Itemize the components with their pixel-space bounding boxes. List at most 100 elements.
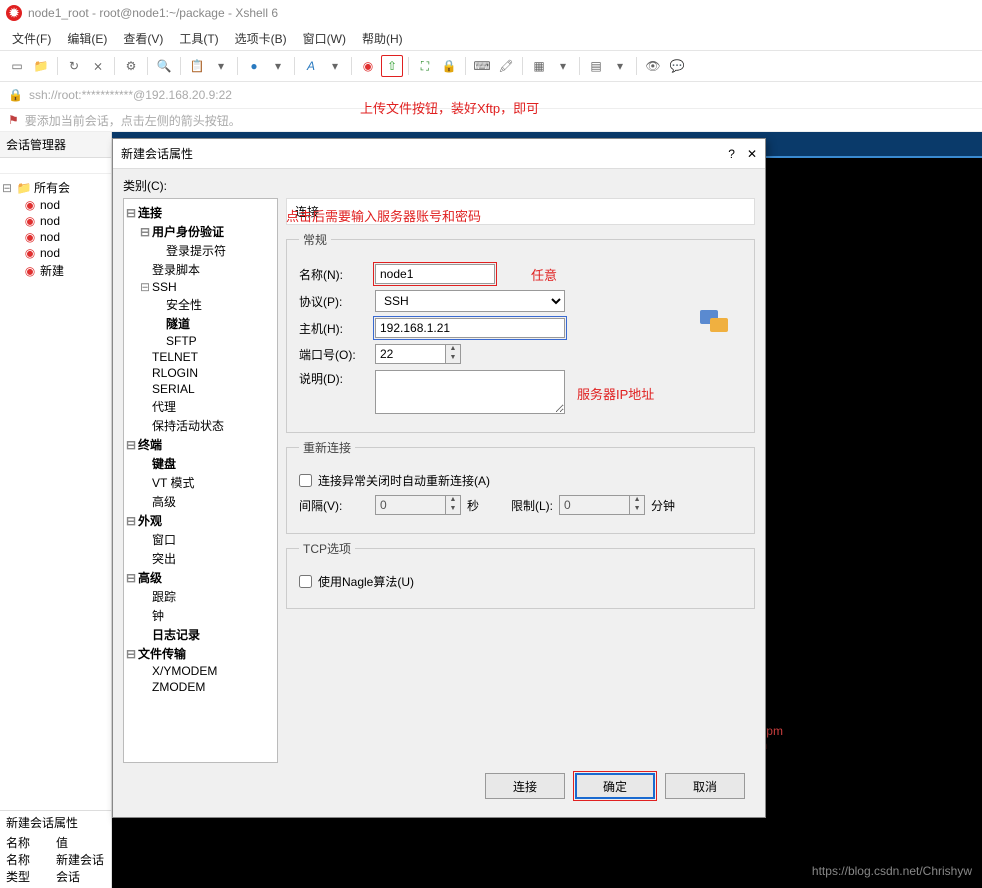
category-tree[interactable]: ⊟连接⊟用户身份验证登录提示符登录脚本⊟SSH安全性隧道SFTPTELNETRL… <box>123 198 278 763</box>
category-node[interactable]: 日志记录 <box>126 625 275 644</box>
nagle-checkbox[interactable] <box>299 575 312 588</box>
host-input[interactable] <box>375 318 565 338</box>
menu-window[interactable]: 窗口(W) <box>297 28 352 49</box>
interval-input[interactable] <box>375 495 445 515</box>
reconnect-icon[interactable]: ↻ <box>63 55 85 77</box>
category-node[interactable]: ⊟文件传输 <box>126 644 275 663</box>
auto-reconnect-checkbox[interactable] <box>299 474 312 487</box>
ok-button[interactable]: 确定 <box>575 773 655 799</box>
category-node[interactable]: RLOGIN <box>126 365 275 381</box>
desc-textarea[interactable] <box>375 370 565 414</box>
chevron-down-icon[interactable]: ▾ <box>267 55 289 77</box>
session-icon: ◉ <box>23 246 37 260</box>
annotation-host: 服务器IP地址 <box>577 384 654 403</box>
address-text[interactable]: ssh://root:***********@192.168.20.9:22 <box>29 88 232 102</box>
protocol-select[interactable]: SSH <box>375 290 565 312</box>
category-node[interactable]: TELNET <box>126 349 275 365</box>
menu-tabs[interactable]: 选项卡(B) <box>229 28 293 49</box>
category-node[interactable]: 安全性 <box>126 295 275 314</box>
tree-root[interactable]: ⊟📁所有会 <box>2 178 109 197</box>
menu-view[interactable]: 查看(V) <box>117 28 169 49</box>
host-label: 主机(H): <box>299 320 369 337</box>
chat-icon[interactable]: 💬 <box>666 55 688 77</box>
category-node[interactable]: 登录提示符 <box>126 241 275 260</box>
menu-file[interactable]: 文件(F) <box>6 28 57 49</box>
spin-down-icon[interactable]: ▼ <box>446 354 460 363</box>
session-item[interactable]: ◉nod <box>2 245 109 261</box>
category-node[interactable]: ZMODEM <box>126 679 275 695</box>
lock-icon[interactable]: 🔒 <box>438 55 460 77</box>
cancel-button[interactable]: 取消 <box>665 773 745 799</box>
category-node[interactable]: ⊟终端 <box>126 435 275 454</box>
category-node[interactable]: ⊟连接 <box>126 203 275 222</box>
property-row: 名称新建会话 <box>6 851 105 868</box>
category-node[interactable]: 键盘 <box>126 454 275 473</box>
session-item[interactable]: ◉nod <box>2 197 109 213</box>
spin-up-icon[interactable]: ▲ <box>446 345 460 354</box>
category-node[interactable]: SFTP <box>126 333 275 349</box>
category-node[interactable]: ⊟SSH <box>126 279 275 295</box>
menu-edit[interactable]: 编辑(E) <box>61 28 113 49</box>
port-spinner[interactable]: ▲▼ <box>375 344 461 364</box>
chevron-down-icon[interactable]: ▾ <box>324 55 346 77</box>
help-button[interactable]: ? <box>728 147 735 161</box>
reconnect-group: 重新连接 连接异常关闭时自动重新连接(A) 间隔(V): ▲▼ 秒 限制(L <box>286 439 755 534</box>
menu-tools[interactable]: 工具(T) <box>173 28 224 49</box>
property-row: 名称值 <box>6 834 105 851</box>
open-icon[interactable]: 📁 <box>30 55 52 77</box>
category-node[interactable]: 高级 <box>126 492 275 511</box>
category-node[interactable]: X/YMODEM <box>126 663 275 679</box>
session-tree[interactable]: ⊟📁所有会 ◉nod◉nod◉nod◉nod◉新建 <box>0 174 111 810</box>
copy-icon[interactable]: 📋 <box>186 55 208 77</box>
xftp-upload-icon[interactable]: ⇧ <box>381 55 403 77</box>
session-item[interactable]: ◉新建 <box>2 261 109 280</box>
category-node[interactable]: SERIAL <box>126 381 275 397</box>
category-node[interactable]: 保持活动状态 <box>126 416 275 435</box>
chevron-down-icon[interactable]: ▾ <box>552 55 574 77</box>
font-icon[interactable]: A <box>300 55 322 77</box>
category-node[interactable]: ⊟用户身份验证 <box>126 222 275 241</box>
nagle-label: 使用Nagle算法(U) <box>318 573 414 590</box>
port-input[interactable] <box>375 344 445 364</box>
separator <box>408 57 409 75</box>
properties-icon[interactable]: ⚙ <box>120 55 142 77</box>
separator <box>579 57 580 75</box>
connect-button[interactable]: 连接 <box>485 773 565 799</box>
fullscreen-icon[interactable]: ⛶ <box>414 55 436 77</box>
category-node[interactable]: 代理 <box>126 397 275 416</box>
category-node[interactable]: VT 模式 <box>126 473 275 492</box>
category-node[interactable]: 突出 <box>126 549 275 568</box>
tcp-group: TCP选项 使用Nagle算法(U) <box>286 540 755 609</box>
chevron-down-icon[interactable]: ▾ <box>609 55 631 77</box>
eye-icon[interactable]: 👁 <box>642 55 664 77</box>
disconnect-icon[interactable]: ⨯ <box>87 55 109 77</box>
interval-spinner[interactable]: ▲▼ <box>375 495 461 515</box>
globe-icon[interactable]: ● <box>243 55 265 77</box>
close-button[interactable]: ✕ <box>747 147 757 161</box>
category-node[interactable]: ⊟外观 <box>126 511 275 530</box>
category-node[interactable]: 钟 <box>126 606 275 625</box>
category-node[interactable]: 窗口 <box>126 530 275 549</box>
category-node[interactable]: 跟踪 <box>126 587 275 606</box>
highlight-icon[interactable]: 🖍 <box>495 55 517 77</box>
session-item[interactable]: ◉nod <box>2 213 109 229</box>
separator <box>114 57 115 75</box>
limit-label: 限制(L): <box>511 497 553 514</box>
category-node[interactable]: ⊟高级 <box>126 568 275 587</box>
name-input[interactable] <box>375 264 495 284</box>
grid-icon[interactable]: ▤ <box>585 55 607 77</box>
search-icon[interactable]: 🔍 <box>153 55 175 77</box>
limit-spinner[interactable]: ▲▼ <box>559 495 645 515</box>
layout-icon[interactable]: ▦ <box>528 55 550 77</box>
new-icon[interactable]: ▭ <box>6 55 28 77</box>
separator <box>180 57 181 75</box>
paste-icon[interactable]: ▾ <box>210 55 232 77</box>
category-node[interactable]: 登录脚本 <box>126 260 275 279</box>
swirl-icon[interactable]: ◉ <box>357 55 379 77</box>
category-node[interactable]: 隧道 <box>126 314 275 333</box>
sidebar-title: 会话管理器 <box>0 132 111 158</box>
keyboard-icon[interactable]: ⌨ <box>471 55 493 77</box>
session-item[interactable]: ◉nod <box>2 229 109 245</box>
menu-help[interactable]: 帮助(H) <box>356 28 409 49</box>
limit-input[interactable] <box>559 495 629 515</box>
